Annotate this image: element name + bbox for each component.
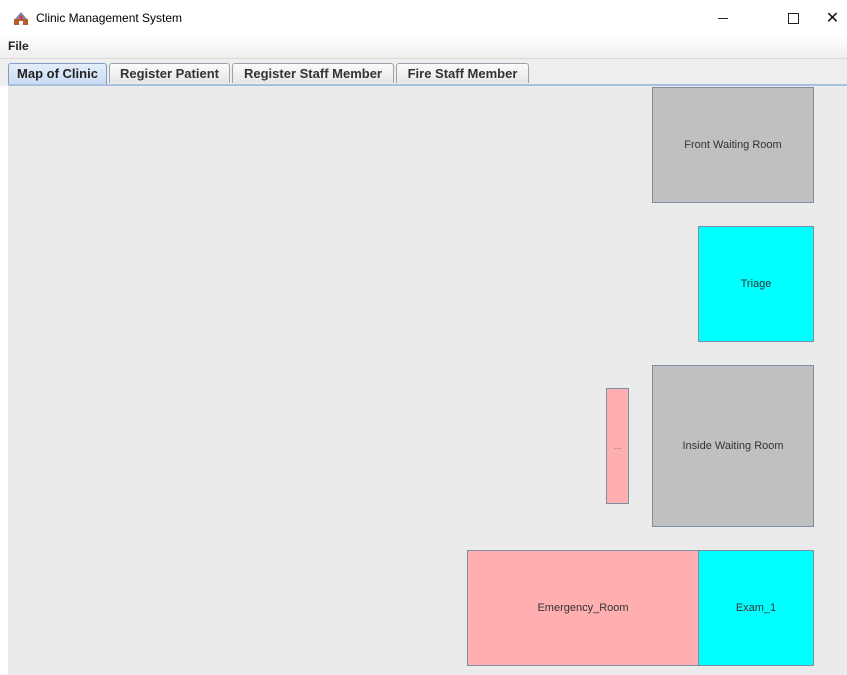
close-icon: ✕	[825, 8, 840, 27]
maximize-icon	[787, 12, 799, 24]
tab-fire-staff-member[interactable]: Fire Staff Member	[396, 63, 529, 83]
tab-register-patient[interactable]: Register Patient	[109, 63, 230, 83]
room-exam-1[interactable]: Exam_1	[698, 550, 814, 666]
room-inside-waiting-room[interactable]: Inside Waiting Room	[652, 365, 814, 527]
clinic-map-panel: Front Waiting Room Triage ... Inside Wai…	[8, 86, 847, 675]
tab-map-of-clinic[interactable]: Map of Clinic	[8, 63, 107, 85]
maximize-button[interactable]	[770, 0, 816, 36]
minimize-button[interactable]	[700, 0, 746, 36]
room-triage[interactable]: Triage	[698, 226, 814, 342]
close-button[interactable]: ✕	[818, 0, 847, 36]
room-emergency-room[interactable]: Emergency_Room	[467, 550, 699, 666]
clinic-app-icon	[14, 12, 28, 25]
menu-bar: File	[0, 36, 847, 59]
room-front-waiting-room[interactable]: Front Waiting Room	[652, 87, 814, 203]
title-bar: Clinic Management System ✕	[0, 0, 847, 36]
menu-file[interactable]: File	[8, 39, 29, 53]
room-label: Inside Waiting Room	[682, 440, 784, 452]
minimize-icon	[718, 17, 728, 19]
room-label: Front Waiting Room	[684, 139, 782, 151]
window-title: Clinic Management System	[36, 11, 183, 25]
room-label: Emergency_Room	[537, 602, 629, 614]
room-label: Triage	[740, 278, 772, 290]
room-label: Exam_1	[735, 602, 777, 614]
room-small-unlabeled[interactable]: ...	[606, 388, 629, 504]
room-label: ...	[613, 441, 622, 451]
tab-register-staff-member[interactable]: Register Staff Member	[232, 63, 394, 83]
